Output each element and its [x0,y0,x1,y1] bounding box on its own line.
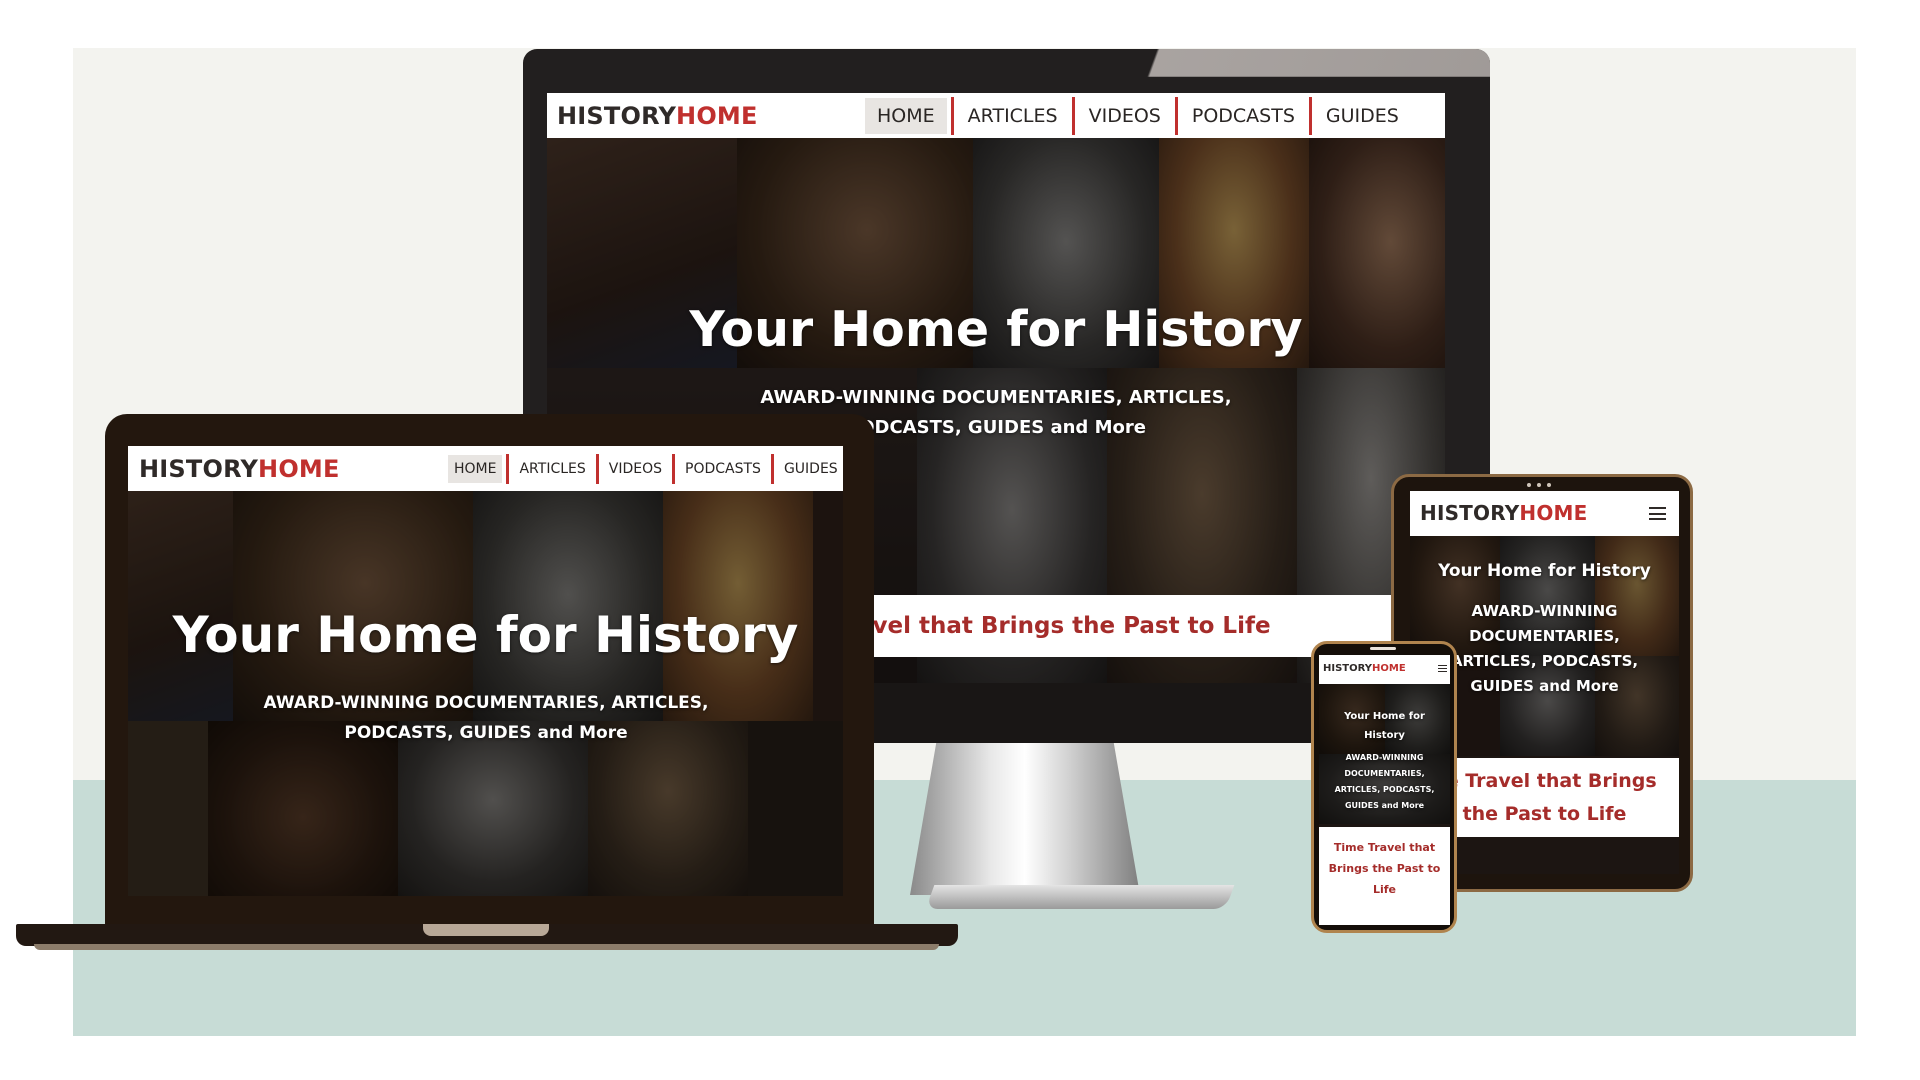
site-logo[interactable]: HISTORYHOME [139,455,340,483]
nav-podcasts[interactable]: PODCASTS [1178,98,1309,134]
nav-home[interactable]: HOME [865,97,947,134]
hero-title: Your Home for History [1438,561,1651,581]
laptop-screen: HISTORYHOME HOME ARTICLES VIDEOS PODCAST… [128,446,843,896]
site-logo[interactable]: HISTORYHOME [557,102,758,130]
hero-title: Your Home for History [689,301,1303,358]
site-header: HISTORYHOME [1410,491,1679,536]
site-logo[interactable]: HISTORYHOME [1323,663,1406,674]
hero-subtitle: AWARD-WINNING DOCUMENTARIES, ARTICLES, P… [1334,753,1435,810]
hero-title: Your Home for History [172,606,799,664]
main-nav: HOME ARTICLES VIDEOS PODCASTS GUIDES [448,446,843,491]
nav-videos[interactable]: VIDEOS [599,455,672,483]
hero-portrait-collage [128,446,843,896]
nav-podcasts[interactable]: PODCASTS [675,455,771,483]
tablet-camera-icon [1547,483,1551,487]
nav-guides[interactable]: GUIDES [774,455,843,483]
hero-subtitle: AWARD-WINNING DOCUMENTARIES, ARTICLES, P… [1450,602,1639,695]
nav-home[interactable]: HOME [448,454,503,483]
phone-speaker [1370,647,1396,650]
monitor-stand-base [925,885,1235,909]
nav-articles[interactable]: ARTICLES [509,455,595,483]
hero-tagline: Time Travel that Brings the Past to Life [1319,827,1450,925]
nav-videos[interactable]: VIDEOS [1075,98,1175,134]
monitor-stand [910,735,1140,895]
menu-icon[interactable] [1438,665,1447,672]
main-nav: HOME ARTICLES VIDEOS PODCASTS GUIDES [865,93,1413,138]
hero-title: Your Home for History [1344,711,1425,741]
tablet-camera-icon [1537,483,1541,487]
site-header: HISTORYHOME HOME ARTICLES VIDEOS PODCAST… [128,446,843,491]
hero-subtitle: AWARD-WINNING DOCUMENTARIES, ARTICLES, P… [263,693,709,743]
site-header: HISTORYHOME HOME ARTICLES VIDEOS PODCAST… [547,93,1445,138]
nav-guides[interactable]: GUIDES [1312,98,1413,134]
laptop-base-shadow [34,944,939,950]
site-logo[interactable]: HISTORYHOME [1420,501,1588,525]
tablet-camera-icon [1527,483,1531,487]
phone-screen: HISTORYHOME Your Home for History AWARD-… [1319,655,1450,925]
laptop-notch [423,924,549,936]
nav-articles[interactable]: ARTICLES [954,98,1072,134]
menu-icon[interactable] [1649,507,1666,520]
site-header: HISTORYHOME [1319,655,1450,684]
